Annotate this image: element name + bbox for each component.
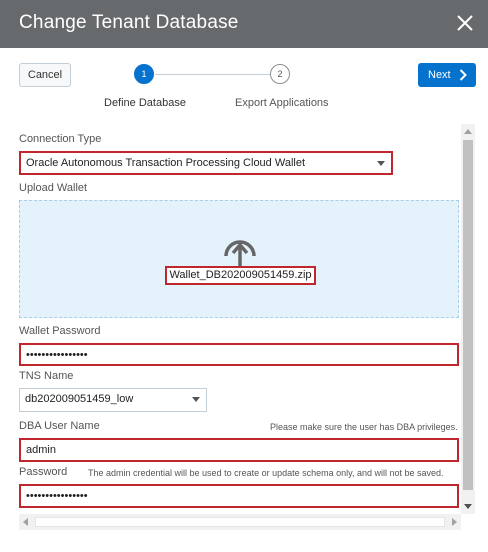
dba-user-name-field[interactable]: admin bbox=[19, 438, 459, 462]
horizontal-scroll-thumb[interactable] bbox=[35, 517, 445, 527]
tns-name-value: db202009051459_low bbox=[25, 393, 134, 405]
wallet-password-label: Wallet Password bbox=[19, 325, 101, 337]
chevron-down-icon bbox=[192, 397, 200, 402]
scroll-left-icon[interactable] bbox=[23, 518, 28, 526]
vertical-scrollbar[interactable] bbox=[461, 124, 475, 514]
vertical-scroll-thumb[interactable] bbox=[463, 140, 473, 490]
tns-name-select[interactable]: db202009051459_low bbox=[19, 388, 207, 412]
password-label: Password bbox=[19, 466, 68, 478]
dba-user-name-label: DBA User Name bbox=[19, 420, 100, 432]
connection-type-label: Connection Type bbox=[19, 133, 102, 145]
tns-name-label: TNS Name bbox=[19, 370, 74, 382]
next-button[interactable]: Next bbox=[418, 63, 476, 87]
cancel-button[interactable]: Cancel bbox=[19, 63, 71, 87]
horizontal-scrollbar[interactable] bbox=[19, 514, 461, 530]
scroll-down-icon[interactable] bbox=[464, 504, 472, 509]
upload-wallet-label: Upload Wallet bbox=[19, 182, 88, 194]
chevron-down-icon bbox=[377, 161, 385, 166]
dialog-title: Change Tenant Database bbox=[19, 12, 239, 33]
wallet-drop-zone[interactable]: Wallet_DB202009051459.zip bbox=[19, 200, 459, 318]
chevron-right-icon bbox=[459, 69, 467, 81]
train-connector bbox=[155, 74, 270, 75]
uploaded-file-name: Wallet_DB202009051459.zip bbox=[165, 266, 316, 285]
wallet-password-field[interactable]: •••••••••••••••• bbox=[19, 343, 459, 366]
train-step-1-label: Define Database bbox=[104, 97, 186, 109]
close-icon[interactable] bbox=[452, 10, 478, 36]
train-step-2-label: Export Applications bbox=[235, 97, 329, 109]
dialog-toolbar: Cancel 1 2 Define Database Export Applic… bbox=[0, 48, 488, 124]
password-field[interactable]: •••••••••••••••• bbox=[19, 484, 459, 508]
connection-type-select[interactable]: Oracle Autonomous Transaction Processing… bbox=[19, 151, 393, 175]
define-database-form: Connection Type Oracle Autonomous Transa… bbox=[0, 124, 488, 534]
connection-type-value: Oracle Autonomous Transaction Processing… bbox=[26, 157, 306, 169]
scroll-up-icon[interactable] bbox=[464, 129, 472, 134]
scroll-right-icon[interactable] bbox=[452, 518, 457, 526]
next-button-label: Next bbox=[428, 69, 451, 81]
dialog-title-bar: Change Tenant Database bbox=[0, 0, 488, 48]
dba-user-name-hint: Please make sure the user has DBA privil… bbox=[270, 422, 458, 432]
train-step-2[interactable]: 2 bbox=[270, 64, 290, 84]
upload-arrow-icon bbox=[224, 240, 256, 267]
train-step-1[interactable]: 1 bbox=[134, 64, 154, 84]
password-hint: The admin credential will be used to cre… bbox=[88, 468, 444, 478]
